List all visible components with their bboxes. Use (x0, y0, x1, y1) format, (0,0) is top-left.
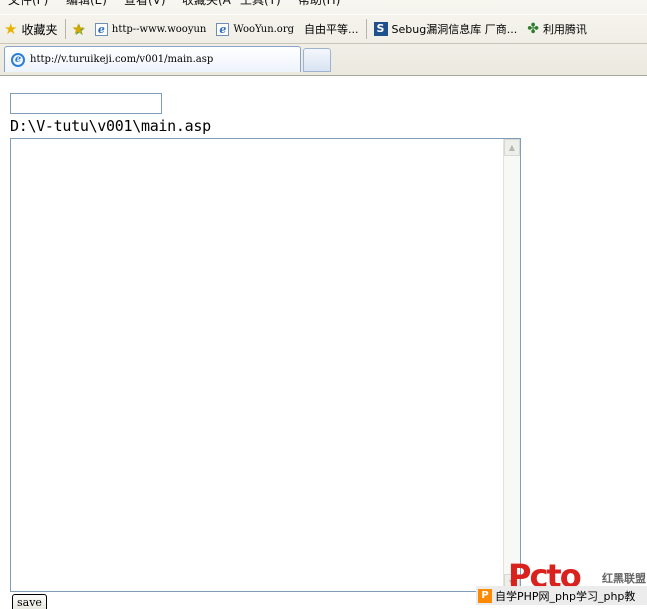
watermark: Pcto 红黑联盟 P 自学PHP网_php学习_php教 (476, 560, 647, 609)
sebug-s-icon: S (373, 22, 388, 36)
add-favorite-button[interactable]: ★ (66, 19, 89, 39)
favorite-link-free-equal[interactable]: 自由平等... (299, 19, 364, 39)
watermark-text: 自学PHP网_php学习_php教 (495, 589, 636, 603)
menu-favorites[interactable]: 收藏夹(A) (174, 0, 232, 8)
favorites-bar: ★ 收藏夹 ★ e http--www.wooyun e WooYun.org … (0, 14, 647, 44)
ie-page-icon: e (216, 22, 230, 36)
star-icon: ★ (4, 19, 18, 38)
favorite-link-label: http--www.wooyun (111, 23, 207, 35)
file-editor: ▲ ▼ (10, 138, 521, 592)
editor-scrollbar[interactable]: ▲ ▼ (503, 139, 520, 591)
tab-active[interactable]: e http://v.turuikeji.com/v001/main.asp (4, 46, 301, 72)
php-p-icon: P (478, 588, 492, 603)
favorite-link-wooyun-http[interactable]: e http--www.wooyun (90, 19, 211, 39)
file-content-textarea[interactable] (11, 139, 503, 591)
file-path-label: D:\V-tutu\v001\main.asp (10, 117, 211, 135)
menu-edit[interactable]: 编辑(E) (58, 0, 116, 8)
favorite-link-label: Sebug漏洞信息库 厂商... (391, 23, 518, 36)
figure-icon: ✤ (527, 21, 539, 37)
new-tab-button[interactable] (303, 48, 331, 72)
menu-file[interactable]: 文件(F) (0, 0, 58, 8)
menu-view[interactable]: 查看(V) (116, 0, 174, 8)
ie-logo-icon: e (11, 52, 25, 67)
save-button[interactable]: save (12, 594, 47, 609)
menu-tools[interactable]: 工具(T) (232, 0, 290, 8)
add-to-favorites-icon: ★ (71, 19, 85, 38)
favorite-link-label: WooYun.org (233, 23, 295, 35)
favorites-button[interactable]: ★ 收藏夹 (0, 19, 67, 39)
browser-chrome: 文件(F) 编辑(E) 查看(V) 收藏夹(A) 工具(T) 帮助(H) ★ 收… (0, 0, 647, 76)
watermark-brand: 红黑联盟 (602, 572, 646, 585)
menu-bar: 文件(F) 编辑(E) 查看(V) 收藏夹(A) 工具(T) 帮助(H) (0, 0, 647, 8)
tab-title: http://v.turuikeji.com/v001/main.asp (30, 54, 214, 65)
ie-page-icon: e (94, 22, 108, 36)
watermark-strip: P 自学PHP网_php学习_php教 (476, 586, 647, 605)
path-input[interactable] (10, 93, 162, 114)
favorite-link-label: 自由平等... (304, 23, 359, 36)
menu-help[interactable]: 帮助(H) (290, 0, 348, 8)
scroll-up-arrow-icon[interactable]: ▲ (504, 139, 520, 156)
tab-bar: e http://v.turuikeji.com/v001/main.asp (0, 44, 647, 76)
favorite-link-wooyun-org[interactable]: e WooYun.org (211, 19, 299, 39)
favorite-link-tencent[interactable]: ✤ 利用腾讯 (522, 19, 592, 39)
favorites-divider (365, 19, 367, 39)
favorite-link-sebug[interactable]: S Sebug漏洞信息库 厂商... (369, 19, 523, 39)
favorite-link-label: 利用腾讯 (542, 23, 587, 36)
favorites-label: 收藏夹 (21, 22, 58, 37)
